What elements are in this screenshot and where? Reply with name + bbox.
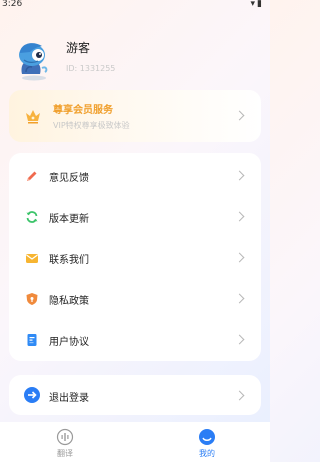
crown-icon	[23, 106, 43, 126]
vip-subtitle: VIP特权尊享极致体验	[53, 121, 130, 130]
vip-membership-card[interactable]: 尊享会员服务 VIP特权尊享极致体验	[9, 90, 261, 142]
tab-translate[interactable]: 翻译	[25, 422, 105, 462]
shield-icon	[25, 291, 39, 305]
chevron-right-icon	[234, 170, 245, 181]
chevron-right-icon	[234, 293, 245, 304]
user-id: ID: 1331255	[66, 64, 116, 73]
chevron-right-icon	[234, 252, 245, 263]
vip-title: 尊享会员服务	[53, 105, 113, 116]
status-time: 3:26	[2, 0, 23, 9]
profile-face-icon	[198, 428, 216, 446]
chevron-right-icon	[234, 211, 245, 222]
translate-icon	[56, 428, 74, 446]
menu-item-label: 联系我们	[49, 255, 89, 266]
menu-item-user-agreement[interactable]: 用户协议	[9, 319, 261, 360]
tab-label: 我的	[199, 449, 215, 458]
logout-arrow-icon	[24, 387, 40, 403]
settings-menu: 意见反馈 版本更新 联系我们 隐私政策 用户协议	[9, 153, 261, 361]
logout-label: 退出登录	[49, 393, 89, 404]
chevron-right-icon	[234, 110, 245, 121]
mail-icon	[25, 250, 39, 264]
status-icons: ▾▮	[250, 0, 264, 9]
status-bar: 3:26 ▾▮	[0, 0, 270, 10]
menu-item-label: 用户协议	[49, 337, 89, 348]
menu-item-version-update[interactable]: 版本更新	[9, 196, 261, 237]
feedback-icon	[25, 168, 39, 182]
chevron-right-icon	[234, 390, 245, 401]
chevron-right-icon	[234, 334, 245, 345]
chameleon-avatar-icon	[19, 43, 48, 81]
menu-item-privacy-policy[interactable]: 隐私政策	[9, 278, 261, 319]
tab-label: 翻译	[57, 449, 73, 458]
profile-header[interactable]: 游客 ID: 1331255	[10, 30, 260, 85]
menu-item-label: 版本更新	[49, 214, 89, 225]
document-icon	[25, 332, 39, 346]
bottom-tab-bar: 翻译 我的	[0, 422, 270, 462]
username: 游客	[66, 41, 91, 55]
logout-button[interactable]: 退出登录	[9, 375, 261, 415]
menu-item-feedback[interactable]: 意见反馈	[9, 155, 261, 196]
tab-mine[interactable]: 我的	[167, 422, 247, 462]
menu-item-label: 意见反馈	[49, 173, 89, 184]
avatar[interactable]	[12, 38, 56, 82]
menu-item-label: 隐私政策	[49, 296, 89, 307]
refresh-icon	[25, 209, 39, 223]
menu-item-contact-us[interactable]: 联系我们	[9, 237, 261, 278]
